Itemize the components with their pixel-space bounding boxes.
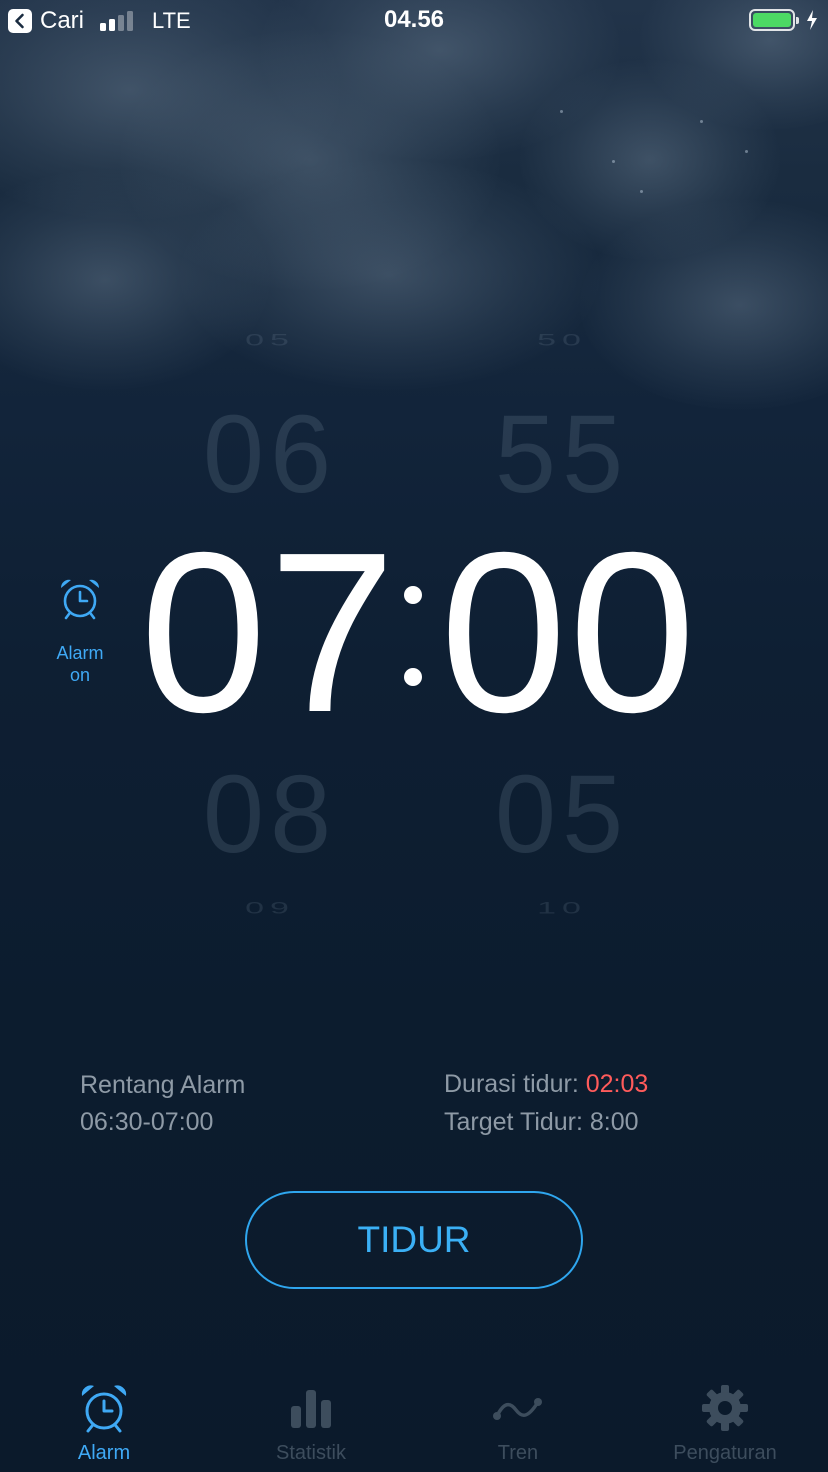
sleep-target-label: Target Tidur:: [444, 1108, 590, 1136]
tab-tren-label: Tren: [497, 1442, 539, 1464]
sleep-duration-label: Durasi tidur:: [444, 1070, 586, 1098]
sleep-target-value: 8:00: [589, 1108, 639, 1136]
minute-option-below[interactable]: 05: [452, 750, 672, 880]
bar-chart-icon: [291, 1390, 331, 1428]
trend-line-icon: [493, 1398, 542, 1420]
alarm-status-text: Alarm on: [56, 643, 104, 685]
alarm-clock-icon: [81, 1385, 127, 1433]
charging-bolt-icon: [807, 10, 817, 30]
tab-alarm[interactable]: Alarm: [29, 1378, 179, 1472]
sleep-button-label: TIDUR: [357, 1219, 471, 1260]
alarm-clock-icon: [60, 579, 100, 620]
tab-statistik-label: Statistik: [275, 1442, 347, 1464]
minute-option-far-above[interactable]: 50: [452, 330, 672, 350]
alarm-status-label: Alarm on: [44, 642, 116, 686]
tab-pengaturan-label: Pengaturan: [673, 1442, 777, 1464]
time-separator-dot: [404, 586, 422, 604]
selected-hour[interactable]: 07: [140, 518, 396, 748]
hour-option-far-above[interactable]: 05: [160, 330, 380, 350]
alarm-range-value: 06:30-07:00: [80, 1108, 214, 1136]
hour-option-below[interactable]: 08: [160, 750, 380, 880]
battery-icon: [749, 9, 799, 31]
selected-minute[interactable]: 00: [440, 518, 696, 748]
hour-option-far-below[interactable]: 09: [160, 898, 380, 918]
sleep-duration: Durasi tidur: 02:03: [444, 1070, 648, 1099]
battery-level: [753, 13, 791, 27]
sleep-button[interactable]: TIDUR: [245, 1191, 583, 1289]
tab-tren[interactable]: Tren: [443, 1378, 593, 1472]
tab-alarm-label: Alarm: [77, 1442, 131, 1464]
sleep-target: Target Tidur: 8:00: [444, 1108, 639, 1137]
hour-option-above[interactable]: 06: [160, 390, 380, 520]
sleep-duration-value: 02:03: [585, 1070, 649, 1098]
status-bar: Cari LTE 04.56: [0, 0, 828, 42]
time-separator-dot: [404, 668, 422, 686]
minute-option-far-below[interactable]: 10: [452, 898, 672, 918]
status-clock: 04.56: [383, 6, 445, 33]
selected-time[interactable]: 07 00: [140, 518, 696, 748]
tab-pengaturan[interactable]: Pengaturan: [650, 1378, 800, 1472]
gear-icon: [702, 1385, 748, 1431]
alarm-range-title: Rentang Alarm: [80, 1071, 246, 1099]
minute-option-above[interactable]: 55: [452, 390, 672, 520]
cloud-background: [0, 0, 828, 420]
tab-statistik[interactable]: Statistik: [236, 1378, 386, 1472]
alarm-toggle[interactable]: Alarm on: [44, 576, 116, 690]
